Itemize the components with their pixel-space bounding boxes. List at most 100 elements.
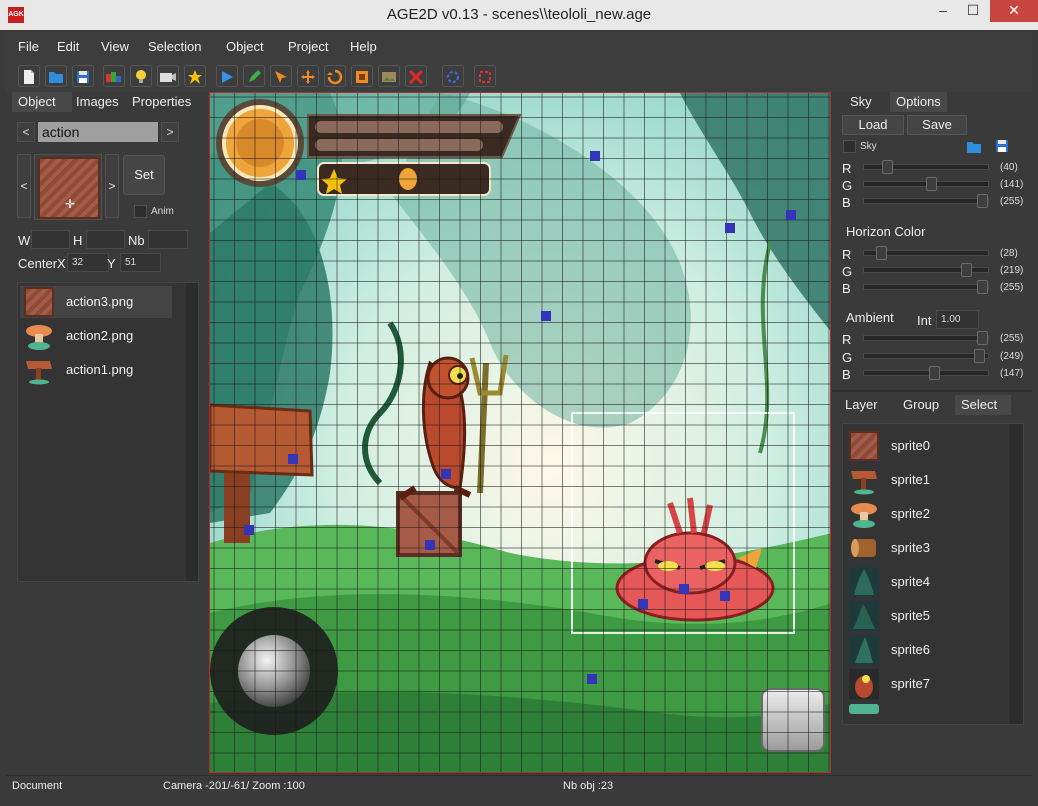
slider-knob[interactable] — [876, 246, 887, 260]
slider-knob[interactable] — [926, 177, 937, 191]
image-list-scrollbar[interactable] — [186, 283, 198, 581]
next-frame-button[interactable]: > — [105, 154, 119, 218]
object-handle[interactable] — [244, 525, 254, 535]
menu-selection[interactable]: Selection — [148, 39, 201, 54]
ambient-g-slider[interactable] — [863, 349, 989, 363]
menu-project[interactable]: Project — [288, 39, 328, 54]
list-item[interactable]: sprite1 — [845, 464, 1005, 496]
slider-knob[interactable] — [977, 331, 988, 345]
list-item[interactable]: sprite2 — [845, 498, 1005, 530]
save-sky-button[interactable]: Save — [907, 115, 967, 135]
object-handle[interactable] — [587, 674, 597, 684]
slider-knob[interactable] — [977, 280, 988, 294]
sky-g-label: G — [842, 178, 853, 193]
pencil-icon[interactable] — [243, 65, 265, 87]
object-handle[interactable] — [590, 151, 600, 161]
nb-field[interactable] — [148, 230, 188, 249]
ambient-intensity-field[interactable]: 1.00 — [936, 310, 979, 329]
tab-properties[interactable]: Properties — [126, 92, 197, 112]
load-button[interactable]: Load — [842, 115, 904, 135]
camera-icon[interactable] — [157, 65, 179, 87]
list-item[interactable]: sprite5 — [845, 600, 1005, 632]
object-handle[interactable] — [288, 454, 298, 464]
move-arrow-icon[interactable] — [270, 65, 292, 87]
object-handle[interactable] — [679, 584, 689, 594]
menu-edit[interactable]: Edit — [57, 39, 79, 54]
open-folder-icon[interactable] — [45, 65, 67, 87]
h-field[interactable] — [86, 230, 125, 249]
object-handle[interactable] — [720, 591, 730, 601]
object-handle[interactable] — [541, 311, 551, 321]
menu-object[interactable]: Object — [226, 39, 264, 54]
tab-layer[interactable]: Layer — [839, 395, 884, 415]
close-button[interactable]: ✕ — [990, 0, 1038, 22]
list-item[interactable]: sprite4 — [845, 566, 1005, 598]
scene-canvas[interactable] — [209, 92, 831, 773]
list-item[interactable]: action2.png — [20, 320, 172, 352]
list-item[interactable]: action1.png — [20, 354, 172, 386]
tab-options[interactable]: Options — [890, 92, 947, 112]
prev-animation-button[interactable]: < — [17, 122, 35, 142]
sky-b-label: B — [842, 195, 851, 210]
tab-object[interactable]: Object — [12, 92, 72, 112]
slider-knob[interactable] — [974, 349, 985, 363]
star-icon[interactable] — [184, 65, 206, 87]
list-item[interactable]: sprite7 — [845, 668, 1005, 700]
sky-checkbox[interactable] — [843, 140, 856, 153]
delete-icon[interactable] — [405, 65, 427, 87]
sky-b-slider[interactable] — [863, 194, 989, 208]
save-icon[interactable] — [72, 65, 94, 87]
color-palette-icon[interactable] — [103, 65, 125, 87]
minimize-button[interactable]: ‒ — [928, 0, 958, 22]
rotate-icon[interactable] — [324, 65, 346, 87]
object-handle[interactable] — [638, 599, 648, 609]
image-icon[interactable] — [378, 65, 400, 87]
slider-knob[interactable] — [929, 366, 940, 380]
menu-help[interactable]: Help — [350, 39, 377, 54]
move-cross-icon[interactable] — [297, 65, 319, 87]
object-handle[interactable] — [786, 210, 796, 220]
tab-images[interactable]: Images — [70, 92, 125, 112]
animation-name-field[interactable]: action — [38, 122, 158, 142]
maximize-button[interactable]: ☐ — [958, 0, 988, 22]
slider-knob[interactable] — [882, 160, 893, 174]
sprite-list-scrollbar[interactable] — [1009, 424, 1023, 724]
list-item[interactable]: sprite0 — [845, 430, 1005, 462]
light-bulb-icon[interactable] — [130, 65, 152, 87]
ambient-r-slider[interactable] — [863, 331, 989, 345]
scale-icon[interactable] — [351, 65, 373, 87]
object-handle[interactable] — [441, 469, 451, 479]
snap-icon[interactable] — [474, 65, 496, 87]
menu-view[interactable]: View — [101, 39, 129, 54]
slider-knob[interactable] — [977, 194, 988, 208]
set-button[interactable]: Set — [123, 155, 165, 195]
tab-select[interactable]: Select — [955, 395, 1011, 415]
horizon-r-slider[interactable] — [863, 246, 989, 260]
sky-g-slider[interactable] — [863, 177, 989, 191]
horizon-b-slider[interactable] — [863, 280, 989, 294]
sky-r-slider[interactable] — [863, 160, 989, 174]
tab-group[interactable]: Group — [897, 395, 945, 415]
tab-sky[interactable]: Sky — [844, 92, 878, 112]
next-animation-button[interactable]: > — [161, 122, 179, 142]
menu-file[interactable]: File — [18, 39, 39, 54]
list-item[interactable]: action3.png — [20, 286, 172, 318]
target-icon[interactable] — [442, 65, 464, 87]
anim-checkbox[interactable] — [134, 205, 147, 218]
new-file-icon[interactable] — [18, 65, 40, 87]
list-item[interactable]: sprite3 — [845, 532, 1005, 564]
play-icon[interactable] — [216, 65, 238, 87]
object-handle[interactable] — [725, 223, 735, 233]
save-icon[interactable] — [995, 139, 1009, 153]
prev-frame-button[interactable]: < — [17, 154, 31, 218]
slider-knob[interactable] — [961, 263, 972, 277]
centerx-field[interactable]: 32 — [67, 253, 109, 272]
object-handle[interactable] — [296, 170, 306, 180]
w-field[interactable] — [31, 230, 70, 249]
open-folder-icon[interactable] — [966, 140, 982, 154]
horizon-g-slider[interactable] — [863, 263, 989, 277]
object-handle[interactable] — [425, 540, 435, 550]
ambient-b-slider[interactable] — [863, 366, 989, 380]
y-field[interactable]: 51 — [120, 253, 161, 272]
list-item[interactable]: sprite6 — [845, 634, 1005, 666]
